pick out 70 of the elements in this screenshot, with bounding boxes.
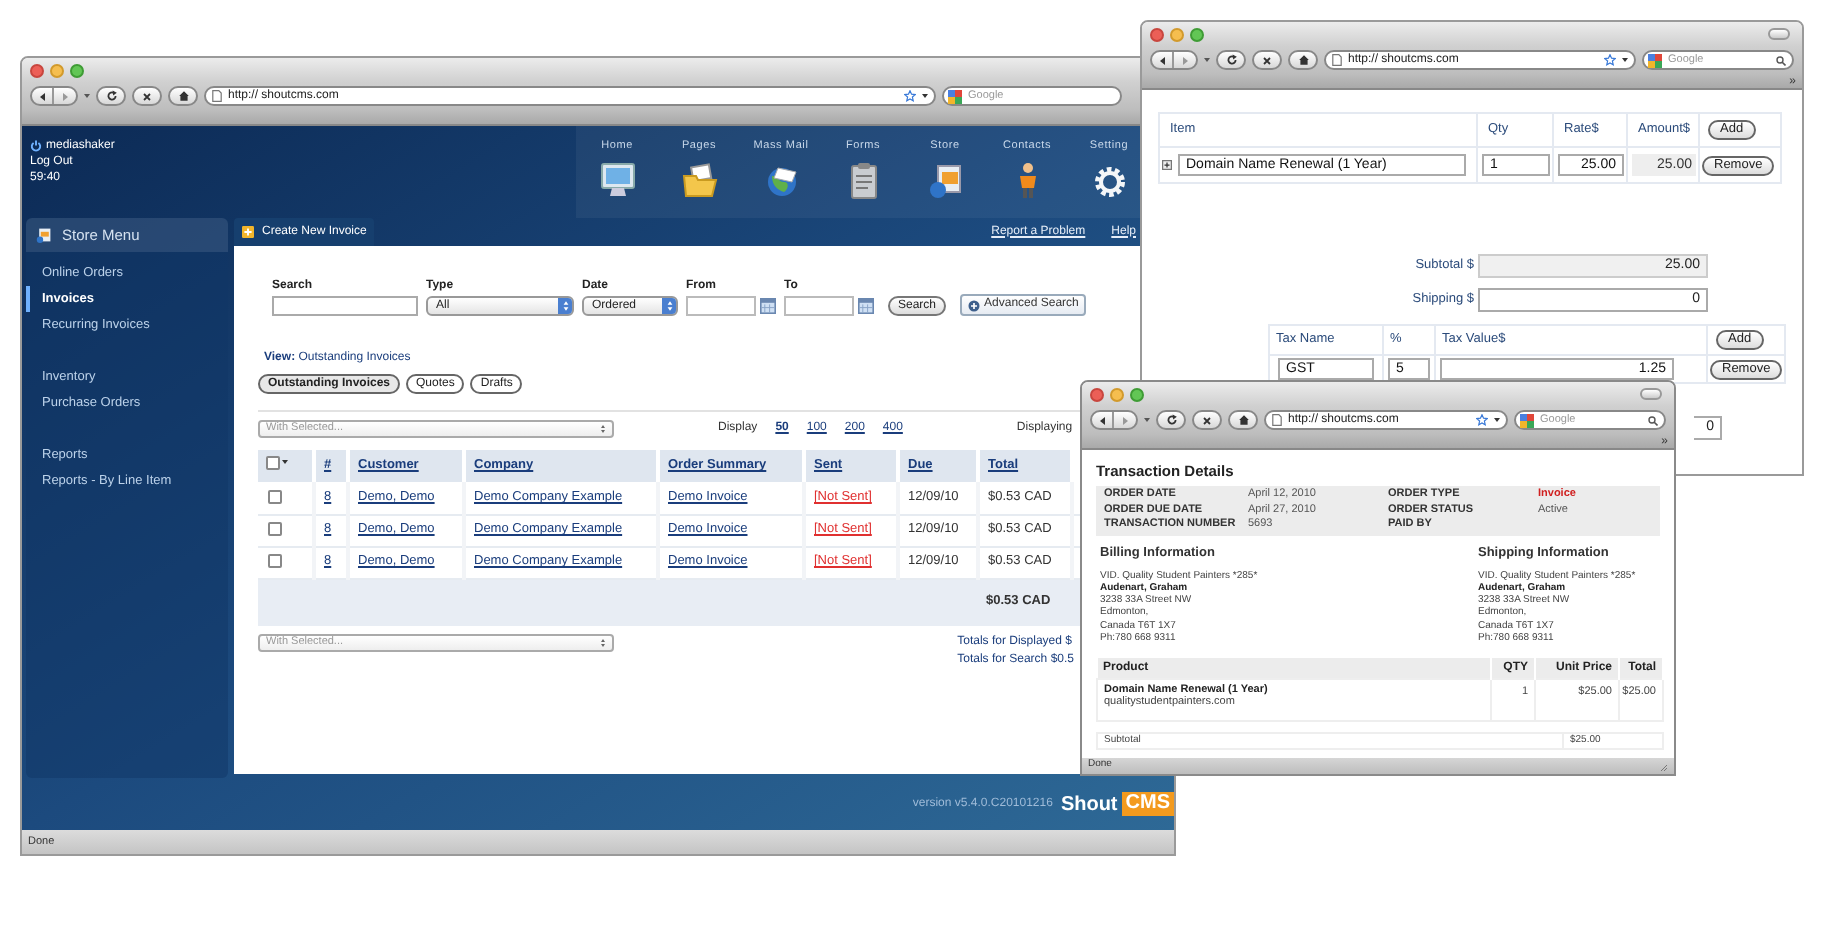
- add-icon: [242, 226, 254, 238]
- back-icon: [37, 91, 47, 101]
- add-icon: [968, 299, 981, 311]
- search-engine-icon[interactable]: [1520, 413, 1534, 427]
- stop-icon: [1202, 415, 1212, 425]
- reload-icon: [105, 90, 117, 102]
- home-icon: [1297, 54, 1309, 66]
- home-button[interactable]: [1228, 410, 1258, 430]
- folder-icon[interactable]: [679, 160, 719, 200]
- close-icon[interactable]: [1090, 387, 1104, 401]
- reload-icon: [1225, 54, 1237, 66]
- expand-icon[interactable]: [1162, 160, 1172, 170]
- toolbar-toggle-icon[interactable]: [1640, 388, 1662, 400]
- checkbox[interactable]: [268, 553, 282, 568]
- stop-button[interactable]: [1252, 50, 1282, 70]
- checkbox[interactable]: [268, 489, 282, 504]
- stop-icon: [1262, 55, 1272, 65]
- page-icon: [212, 90, 222, 102]
- date-field[interactable]: [784, 296, 854, 316]
- page-icon: [1332, 54, 1342, 66]
- date-field[interactable]: [686, 296, 756, 316]
- select-arrows-icon: [600, 637, 606, 647]
- zoom-icon[interactable]: [1130, 387, 1144, 401]
- caret-icon[interactable]: [922, 94, 928, 98]
- back-icon: [1097, 415, 1107, 425]
- search-engine-icon[interactable]: [948, 89, 962, 103]
- select-arrows-icon: [600, 424, 606, 434]
- reload-button[interactable]: [1156, 410, 1186, 430]
- toolbar-toggle-icon[interactable]: [1768, 28, 1790, 40]
- close-icon[interactable]: [30, 63, 44, 77]
- store-icon[interactable]: [925, 160, 965, 200]
- page-icon: [1272, 414, 1282, 426]
- stop-button[interactable]: [1192, 410, 1222, 430]
- resize-handle-icon[interactable]: [1658, 761, 1668, 771]
- forward-icon: [1180, 55, 1190, 65]
- star-icon[interactable]: [1604, 54, 1616, 66]
- checkbox[interactable]: [266, 455, 280, 470]
- close-icon[interactable]: [1150, 27, 1164, 41]
- forward-icon: [1120, 415, 1130, 425]
- reload-icon: [1165, 414, 1177, 426]
- store-icon: [36, 226, 52, 244]
- caret-icon[interactable]: [1622, 58, 1628, 62]
- monitor-icon[interactable]: [597, 160, 637, 200]
- select-arrows-icon: [561, 300, 569, 312]
- home-button[interactable]: [168, 86, 198, 106]
- home-icon: [1237, 414, 1249, 426]
- zoom-icon[interactable]: [70, 63, 84, 77]
- power-icon: [30, 140, 42, 152]
- search-engine-icon[interactable]: [1648, 53, 1662, 67]
- brand-logo: Shout CMS: [1060, 790, 1174, 819]
- home-button[interactable]: [1288, 50, 1318, 70]
- reload-button[interactable]: [1216, 50, 1246, 70]
- stop-button[interactable]: [132, 86, 162, 106]
- caret-icon[interactable]: [1494, 418, 1500, 422]
- zoom-icon[interactable]: [1190, 27, 1204, 41]
- calendar-icon[interactable]: [760, 298, 776, 314]
- calendar-icon[interactable]: [858, 298, 874, 314]
- home-icon: [177, 90, 189, 102]
- checkbox[interactable]: [268, 521, 282, 536]
- search-field[interactable]: [272, 296, 418, 316]
- star-icon[interactable]: [1476, 414, 1488, 426]
- search-icon: [1776, 55, 1786, 65]
- search-icon: [1648, 415, 1658, 425]
- forward-icon: [60, 91, 70, 101]
- star-icon[interactable]: [904, 90, 916, 102]
- back-icon: [1157, 55, 1167, 65]
- caret-icon[interactable]: [282, 460, 288, 465]
- reload-button[interactable]: [96, 86, 126, 106]
- select-arrows-icon: [665, 300, 673, 312]
- stop-icon: [142, 91, 152, 101]
